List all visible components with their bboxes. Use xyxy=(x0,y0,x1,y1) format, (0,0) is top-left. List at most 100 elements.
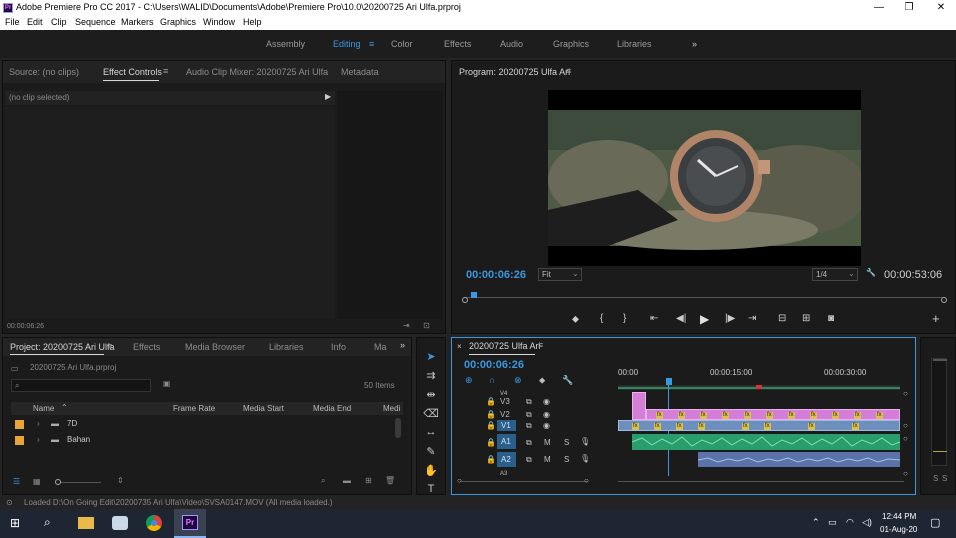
step-back-icon[interactable]: ◀| xyxy=(676,313,686,324)
menu-file[interactable]: File xyxy=(5,17,20,27)
column-media-start[interactable]: Media Start xyxy=(243,404,284,413)
icon-view-icon[interactable]: ▦ xyxy=(33,477,41,486)
overflow-icon[interactable]: » xyxy=(400,340,405,350)
timeline-ruler[interactable] xyxy=(618,385,900,390)
scroll-circle[interactable]: ○ xyxy=(903,434,908,443)
source-patch-a1[interactable]: A1 xyxy=(497,434,516,449)
green-audio-clip-a1[interactable] xyxy=(631,434,901,450)
expand-arrow-icon[interactable]: ▶ xyxy=(325,92,331,101)
scroll-circle[interactable]: ○ xyxy=(584,476,589,485)
blue-audio-clip-a2[interactable] xyxy=(697,452,901,467)
razor-tool-icon[interactable]: ⌫ xyxy=(423,407,439,421)
new-bin-icon[interactable]: ▬ xyxy=(343,476,351,485)
source-patch-v1[interactable]: V1 xyxy=(497,420,516,431)
workspace-menu-icon[interactable]: ≡ xyxy=(369,39,374,49)
new-bin-from-search-icon[interactable]: ▣ xyxy=(163,379,171,388)
chevron-up-icon[interactable]: ⌃ xyxy=(812,517,820,528)
chevron-right-icon[interactable]: › xyxy=(37,419,40,428)
program-scrubber[interactable] xyxy=(466,292,942,302)
lock-icon[interactable]: 🔒 xyxy=(486,455,496,464)
workspace-audio[interactable]: Audio xyxy=(500,39,523,49)
list-item[interactable]: › ▬ 7D xyxy=(11,417,395,433)
timeline-playhead-timecode[interactable]: 00:00:06:26 xyxy=(464,359,524,371)
minimize-button[interactable]: — xyxy=(864,1,894,15)
tab-audio-clip-mixer[interactable]: Audio Clip Mixer: 20200725 Ari Ulfa xyxy=(186,67,328,77)
menu-clip[interactable]: Clip xyxy=(51,17,67,27)
meter-solo-left[interactable]: S xyxy=(933,474,938,483)
resolution-dropdown[interactable]: 1/4 ⌄ xyxy=(812,268,858,281)
project-scrollbar[interactable] xyxy=(395,418,401,438)
workspace-assembly[interactable]: Assembly xyxy=(266,39,305,49)
track-select-tool-icon[interactable]: ⇉ xyxy=(423,369,439,383)
workspace-libraries[interactable]: Libraries xyxy=(617,39,652,49)
clock-time[interactable]: 12:44 PM xyxy=(882,512,916,521)
selection-tool-icon[interactable]: ➤ xyxy=(423,350,439,364)
eye-icon[interactable]: ◉ xyxy=(543,421,550,430)
sequence-menu-icon[interactable]: ≡ xyxy=(538,340,543,350)
slip-tool-icon[interactable]: ↔ xyxy=(423,426,439,440)
workspace-color[interactable]: Color xyxy=(391,39,413,49)
tab-info[interactable]: Info xyxy=(331,342,346,352)
go-to-in-icon[interactable]: ⇤ xyxy=(650,313,658,324)
close-button[interactable]: ✕ xyxy=(926,1,956,15)
column-media-end[interactable]: Media End xyxy=(313,404,351,413)
list-item[interactable]: › ▬ Bahan xyxy=(11,433,395,449)
lift-icon[interactable]: ⊟ xyxy=(778,313,786,324)
search-icon[interactable]: ⌕ xyxy=(44,515,51,530)
wrench-icon[interactable]: 🔧 xyxy=(866,268,876,277)
program-playhead[interactable] xyxy=(471,292,477,298)
new-item-icon[interactable]: ⊞ xyxy=(365,476,372,485)
label-color-swatch[interactable] xyxy=(15,420,24,429)
track-v2[interactable]: V2 xyxy=(500,410,510,419)
menu-window[interactable]: Window xyxy=(203,17,235,27)
extract-icon[interactable]: ⊞ xyxy=(802,313,810,324)
ripple-icon[interactable]: ⊡ xyxy=(423,321,430,330)
project-menu-icon[interactable]: ≡ xyxy=(107,341,112,351)
sync-lock-icon[interactable]: ⧉ xyxy=(526,421,532,431)
scroll-circle[interactable]: ○ xyxy=(903,389,908,398)
sort-icon[interactable]: ⇕ xyxy=(117,476,124,485)
file-explorer-icon[interactable] xyxy=(78,517,94,529)
app-taskbar-icon[interactable] xyxy=(112,516,128,530)
mark-out-icon[interactable]: } xyxy=(623,313,626,324)
scroll-circle[interactable]: ○ xyxy=(903,421,908,430)
tab-metadata[interactable]: Metadata xyxy=(341,67,379,77)
sequence-tab[interactable]: 20200725 Ulfa Ari xyxy=(469,341,541,351)
tab-source[interactable]: Source: (no clips) xyxy=(9,67,79,77)
notification-icon[interactable]: ▢ xyxy=(930,516,940,529)
workspace-effects[interactable]: Effects xyxy=(444,39,471,49)
menu-sequence[interactable]: Sequence xyxy=(75,17,116,27)
tab-effect-controls[interactable]: Effect Controls xyxy=(103,67,162,77)
find-icon[interactable]: ⌕ xyxy=(321,476,325,486)
sync-lock-icon[interactable]: ⧉ xyxy=(526,455,532,465)
settings-wrench-icon[interactable]: 🔧 xyxy=(562,375,573,386)
add-marker-icon[interactable]: ⬥ xyxy=(572,314,579,325)
type-tool-icon[interactable]: T xyxy=(423,483,439,497)
export-frame-icon[interactable]: ⇥ xyxy=(403,321,410,330)
step-forward-icon[interactable]: |▶ xyxy=(725,313,735,324)
list-view-icon[interactable]: ☰ xyxy=(13,477,20,486)
column-media[interactable]: Medi xyxy=(383,404,400,413)
ripple-edit-tool-icon[interactable]: ⇹ xyxy=(423,388,439,402)
menu-markers[interactable]: Markers xyxy=(121,17,154,27)
meter-solo-right[interactable]: S xyxy=(942,474,947,483)
add-marker-icon[interactable]: ⬥ xyxy=(539,375,545,386)
menu-edit[interactable]: Edit xyxy=(27,17,43,27)
lock-icon[interactable]: 🔒 xyxy=(486,438,496,447)
linked-selection-icon[interactable]: ⊗ xyxy=(514,375,522,386)
maximize-button[interactable]: ❐ xyxy=(894,1,924,15)
sync-lock-icon[interactable]: ⧉ xyxy=(526,397,532,407)
project-search-input[interactable]: ⌕ xyxy=(11,379,151,392)
chevron-right-icon[interactable]: › xyxy=(37,435,40,444)
mute-button[interactable]: M xyxy=(544,455,551,464)
button-editor-plus-icon[interactable]: + xyxy=(932,311,940,326)
hand-tool-icon[interactable]: ✋ xyxy=(423,464,439,478)
mute-button[interactable]: M xyxy=(544,438,551,447)
fit-dropdown[interactable]: Fit ⌄ xyxy=(538,268,582,281)
scroll-circle[interactable]: ○ xyxy=(457,476,462,485)
volume-icon[interactable]: ◁) xyxy=(862,517,872,528)
solo-button[interactable]: S xyxy=(564,455,569,464)
chrome-icon[interactable] xyxy=(146,515,162,531)
thumbnail-size-slider[interactable] xyxy=(55,479,101,485)
start-windows-icon[interactable]: ⊞ xyxy=(10,516,20,530)
